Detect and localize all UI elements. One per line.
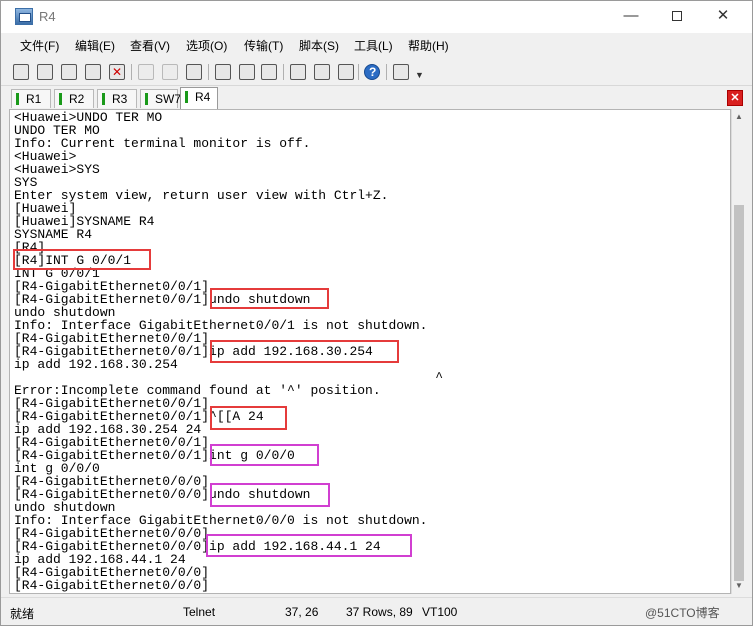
print-icon[interactable]: [237, 62, 257, 82]
toolbar: ▼: [1, 58, 752, 86]
terminal-line: [R4-GigabitEthernet0/0/0]: [14, 578, 210, 593]
watermark: @51CTO博客: [645, 606, 720, 620]
session-icon[interactable]: [59, 62, 79, 82]
copy-icon[interactable]: [136, 62, 156, 82]
menu-view[interactable]: 查看(V): [130, 37, 170, 54]
terminal-line: Enter system view, return user view with…: [14, 188, 389, 203]
reconnect-icon[interactable]: [83, 62, 103, 82]
status-bar: 就绪 Telnet 37, 26 37 Rows, 89 VT100 @51CT…: [1, 597, 752, 625]
tab-r1[interactable]: R1: [11, 89, 51, 108]
terminal-line: <Huawei>SYS: [14, 162, 100, 177]
title-bar: R4 — ✕: [1, 1, 752, 33]
status-cursor: 37, 26: [285, 605, 319, 619]
maximize-icon: [672, 11, 682, 22]
session-tabs: R1 R2 R3 SW7 R4 ✕: [1, 87, 752, 109]
session-options-icon[interactable]: [288, 62, 308, 82]
menu-tools[interactable]: 工具(L): [354, 37, 393, 54]
menu-bar: 文件(F) 编辑(E) 查看(V) 选项(O) 传输(T) 脚本(S) 工具(L…: [1, 34, 752, 56]
terminal-line: Info: Current terminal monitor is off.: [14, 136, 311, 151]
terminal-window: R4 — ✕ 文件(F) 编辑(E) 查看(V) 选项(O) 传输(T) 脚本(…: [0, 0, 753, 626]
tab-r3[interactable]: R3: [97, 89, 137, 108]
window-title: R4: [39, 9, 56, 24]
help-icon[interactable]: [362, 62, 382, 82]
tab-r2[interactable]: R2: [54, 89, 94, 108]
scroll-up-icon[interactable]: ▲: [734, 111, 744, 123]
find-icon[interactable]: [184, 62, 204, 82]
menu-file[interactable]: 文件(F): [20, 37, 59, 54]
menu-help[interactable]: 帮助(H): [408, 37, 449, 54]
paste-icon[interactable]: [160, 62, 180, 82]
terminal-output[interactable]: <Huawei>UNDO TER MO UNDO TER MO Info: Curr…: [9, 109, 731, 594]
terminal-scrollbar[interactable]: ▲ ▼: [731, 109, 745, 594]
maximize-button[interactable]: [654, 1, 700, 32]
tab-sw7[interactable]: SW7: [140, 89, 181, 108]
terminal-line: SYSNAME R4: [14, 227, 93, 242]
status-protocol: Telnet: [183, 605, 216, 619]
status-rows: 37 Rows, 89: [346, 605, 413, 619]
app-icon: [15, 8, 33, 25]
printer-icon[interactable]: [259, 62, 279, 82]
keypad-icon[interactable]: [391, 62, 411, 82]
menu-edit[interactable]: 编辑(E): [75, 37, 115, 54]
scroll-down-icon[interactable]: ▼: [734, 580, 744, 592]
terminal-text: <Huawei>UNDO TER MO UNDO TER MO Info: Curr…: [14, 111, 443, 592]
status-emulation: VT100: [422, 605, 458, 619]
toolbar-overflow-icon[interactable]: ▼: [415, 70, 424, 80]
disconnect-icon[interactable]: [107, 62, 127, 82]
status-ready: 就绪: [10, 607, 35, 621]
keymap-icon[interactable]: [336, 62, 356, 82]
menu-options[interactable]: 选项(O): [186, 37, 227, 54]
close-tab-icon[interactable]: ✕: [727, 90, 743, 106]
scrollbar-thumb[interactable]: [734, 205, 744, 581]
global-options-icon[interactable]: [312, 62, 332, 82]
close-window-button[interactable]: ✕: [700, 1, 746, 32]
tab-r4[interactable]: R4: [180, 87, 218, 109]
connect-icon[interactable]: [11, 62, 31, 82]
menu-script[interactable]: 脚本(S): [299, 37, 339, 54]
quick-connect-icon[interactable]: [35, 62, 55, 82]
menu-transfer[interactable]: 传输(T): [244, 37, 283, 54]
minimize-button[interactable]: —: [608, 1, 654, 32]
print-setup-icon[interactable]: [213, 62, 233, 82]
